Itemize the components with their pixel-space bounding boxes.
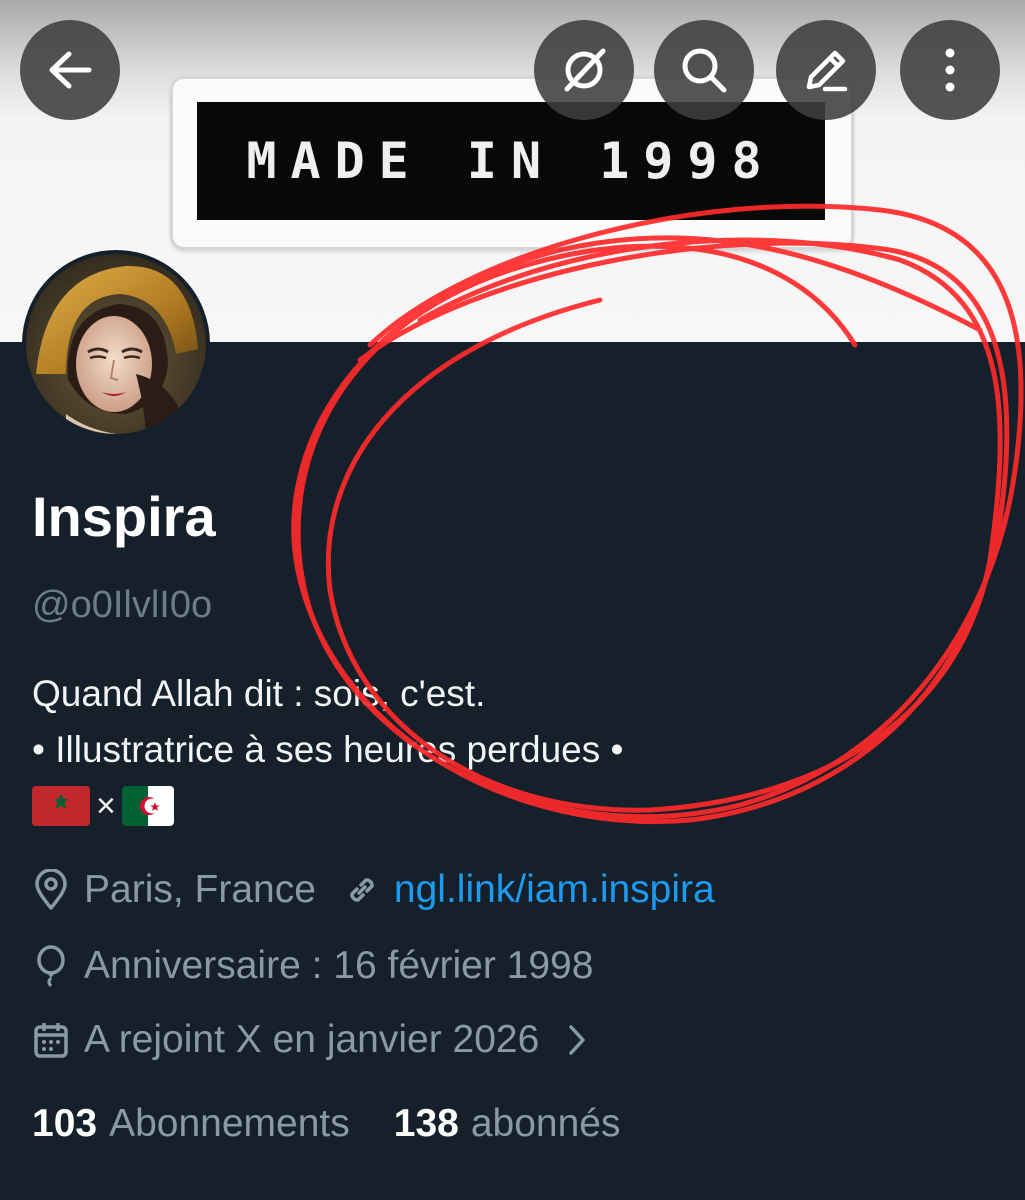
following-label: Abonnements	[109, 1102, 350, 1145]
followers-label: abonnés	[470, 1102, 621, 1145]
morocco-flag	[32, 786, 90, 826]
arrow-left-icon	[49, 51, 92, 89]
following-stat[interactable]: 103 Abonnements	[32, 1102, 350, 1146]
profile-name: Inspira	[32, 485, 216, 548]
search-button[interactable]	[654, 20, 754, 120]
website-link[interactable]: ngl.link/iam.inspira	[394, 868, 715, 912]
profile-birthday-row: Anniversaire : 16 février 1998	[32, 944, 593, 988]
profile-bio: Quand Allah dit : sois, c'est. • Illustr…	[32, 666, 623, 834]
flags-separator: ×	[96, 787, 116, 825]
search-icon	[682, 48, 727, 93]
bio-line-2: • Illustratrice à ses heures perdues •	[32, 729, 624, 770]
following-count: 103	[32, 1102, 98, 1145]
banner-text: MADE IN 1998	[246, 132, 776, 190]
bio-line-1: Quand Allah dit : sois, c'est.	[32, 673, 486, 714]
profile-joined-row[interactable]: A rejoint X en janvier 2026	[32, 1018, 603, 1062]
algeria-flag	[121, 786, 174, 826]
avatar-portrait-image	[26, 254, 206, 434]
location-text: Paris, France	[84, 868, 316, 911]
profile-stats: 103 Abonnements 138 abonnés	[32, 1102, 620, 1146]
grok-icon	[564, 48, 606, 92]
more-button[interactable]	[900, 20, 1000, 120]
birthday-text: Anniversaire : 16 février 1998	[84, 944, 594, 987]
calendar-icon	[34, 1023, 68, 1058]
edit-button[interactable]	[776, 20, 876, 120]
location-pin-icon	[35, 869, 67, 910]
grok-button[interactable]	[534, 20, 634, 120]
pencil-icon	[806, 50, 848, 92]
link-icon	[350, 878, 374, 902]
chevron-right-icon	[569, 1025, 586, 1055]
profile-location-row: Paris, France ngl.link/iam.inspira	[32, 868, 715, 912]
followers-stat[interactable]: 138 abonnés	[394, 1102, 621, 1146]
followers-count: 138	[393, 1102, 459, 1145]
joined-text: A rejoint X en janvier 2026	[84, 1018, 540, 1061]
back-button[interactable]	[20, 20, 120, 120]
avatar[interactable]	[22, 250, 210, 438]
bio-flags: ×	[32, 778, 623, 834]
more-vertical-icon	[945, 48, 955, 92]
banner-strip: MADE IN 1998	[197, 102, 825, 220]
profile-handle: @o0IlvlI0o	[32, 584, 213, 626]
balloon-icon	[37, 945, 65, 988]
